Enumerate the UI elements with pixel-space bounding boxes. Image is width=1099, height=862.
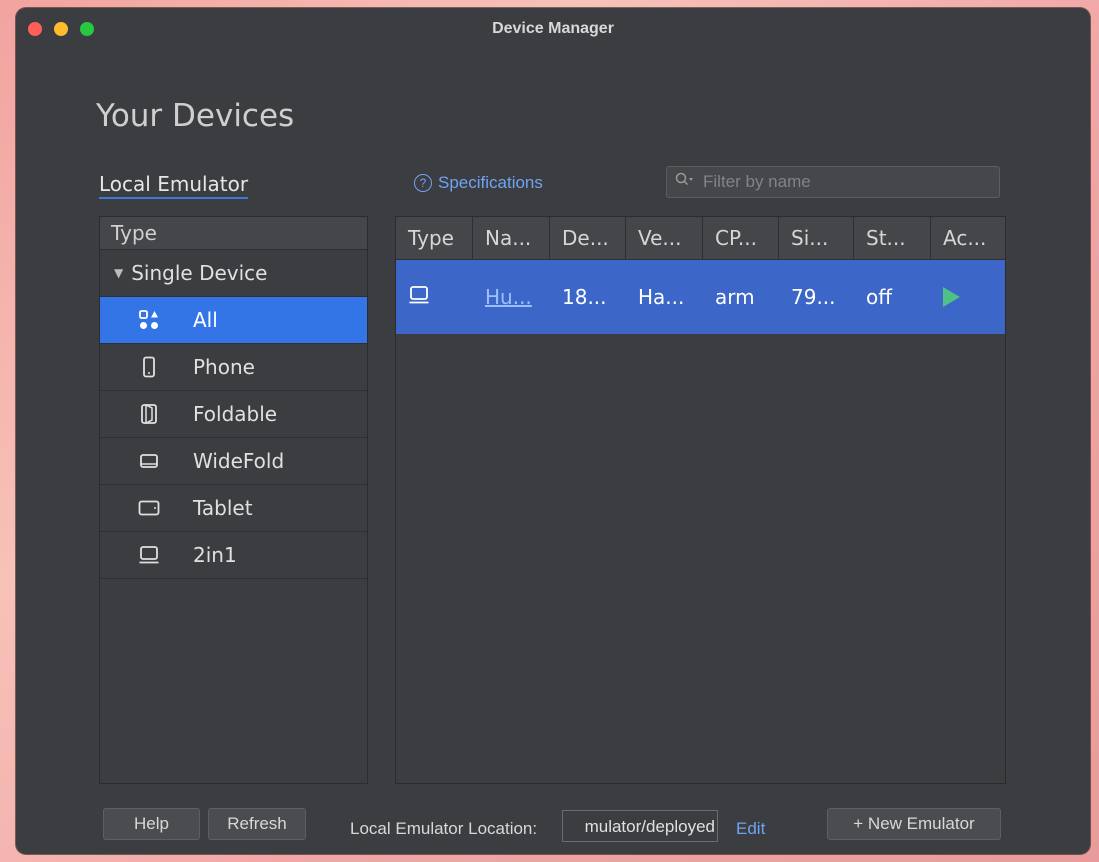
specifications-link[interactable]: ? Specifications — [414, 173, 543, 193]
single-device-group[interactable]: ▼ Single Device — [100, 250, 367, 297]
status-cell: off — [866, 285, 893, 309]
table-header: Type Na... De... Ve... CP... Si... St...… — [396, 217, 1005, 260]
search-icon[interactable] — [675, 172, 701, 192]
refresh-button[interactable]: Refresh — [208, 808, 306, 840]
row-type-cell — [396, 284, 473, 311]
actions-cell — [931, 287, 1005, 307]
type-item-label: WideFold — [193, 449, 285, 473]
window-title: Device Manager — [492, 20, 614, 37]
caret-down-icon: ▼ — [114, 266, 124, 280]
type-item-foldable[interactable]: Foldable — [100, 391, 367, 438]
tab-local-emulator[interactable]: Local Emulator — [99, 172, 249, 199]
devices-table: Type Na... De... Ve... CP... Si... St...… — [395, 216, 1006, 784]
page-title: Your Devices — [96, 98, 295, 134]
table-row[interactable]: Hu... 18... Ha... arm 79... off — [396, 260, 1005, 334]
filter-input[interactable] — [701, 171, 985, 193]
type-item-all[interactable]: All — [100, 297, 367, 344]
filter-box — [666, 166, 1000, 198]
device-name-link[interactable]: Hu... — [473, 285, 550, 309]
column-header-size[interactable]: Si... — [779, 217, 854, 259]
version-cell: Ha... — [638, 285, 685, 309]
type-panel-header: Type — [100, 217, 367, 250]
column-header-version[interactable]: Ve... — [626, 217, 703, 259]
device-cell: 18... — [562, 285, 607, 309]
column-header-cpu[interactable]: CP... — [703, 217, 779, 259]
title-bar: Device Manager — [16, 8, 1090, 48]
2in1-icon — [408, 285, 430, 311]
column-header-device[interactable]: De... — [550, 217, 626, 259]
type-item-2in1[interactable]: 2in1 — [100, 532, 367, 579]
type-item-label: Foldable — [193, 402, 278, 426]
foldable-icon — [138, 403, 160, 425]
column-header-type[interactable]: Type — [396, 217, 473, 259]
single-device-label: Single Device — [131, 261, 268, 285]
widefold-icon — [138, 450, 160, 472]
specifications-label: Specifications — [438, 173, 543, 192]
emulator-location-field[interactable]: mulator/deployed — [562, 810, 718, 842]
play-icon[interactable] — [943, 287, 960, 307]
help-circle-icon: ? — [414, 174, 432, 192]
edit-location-link[interactable]: Edit — [736, 819, 765, 839]
device-manager-window: Device Manager Your Devices Local Emulat… — [16, 8, 1090, 854]
type-item-label: Tablet — [193, 496, 253, 520]
all-devices-icon — [138, 309, 160, 331]
emulator-location-label: Local Emulator Location: — [350, 819, 538, 838]
cpu-cell: arm — [715, 285, 755, 309]
type-item-phone[interactable]: Phone — [100, 344, 367, 391]
size-cell: 79... — [791, 285, 836, 309]
help-button[interactable]: Help — [103, 808, 200, 840]
type-item-widefold[interactable]: WideFold — [100, 438, 367, 485]
device-type-panel: Type ▼ Single Device All Phone Foldable — [99, 216, 368, 784]
type-item-label: 2in1 — [193, 543, 237, 567]
type-item-label: All — [193, 308, 218, 332]
new-emulator-button[interactable]: + New Emulator — [827, 808, 1001, 840]
tablet-icon — [138, 497, 160, 519]
type-item-label: Phone — [193, 355, 255, 379]
column-header-actions[interactable]: Ac... — [931, 217, 1005, 259]
column-header-status[interactable]: St... — [854, 217, 931, 259]
column-header-name[interactable]: Na... — [473, 217, 550, 259]
phone-icon — [138, 356, 160, 378]
type-item-tablet[interactable]: Tablet — [100, 485, 367, 532]
2in1-icon — [138, 544, 160, 566]
